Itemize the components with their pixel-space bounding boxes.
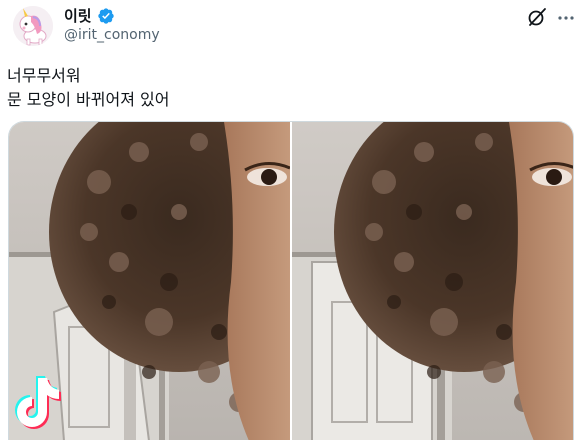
grok-icon[interactable]	[526, 6, 548, 28]
tweet-media[interactable]	[8, 121, 574, 440]
display-name[interactable]: 이릿	[64, 5, 92, 26]
unicorn-avatar-icon	[13, 6, 53, 46]
verified-badge-icon[interactable]	[97, 7, 115, 25]
user-avatar[interactable]	[13, 6, 53, 46]
media-image-left[interactable]	[9, 122, 290, 440]
more-options-icon[interactable]	[556, 4, 576, 28]
tweet-text-line-1: 너무무서워	[7, 66, 81, 85]
author-name-row: 이릿	[64, 5, 115, 26]
tweet-text: 너무무서워 문 모양이 바뀌어져 있어	[7, 64, 169, 112]
user-handle[interactable]: @irit_conomy	[64, 27, 160, 43]
tweet-text-line-2: 문 모양이 바뀌어져 있어	[7, 90, 170, 109]
media-image-right[interactable]	[292, 122, 573, 440]
